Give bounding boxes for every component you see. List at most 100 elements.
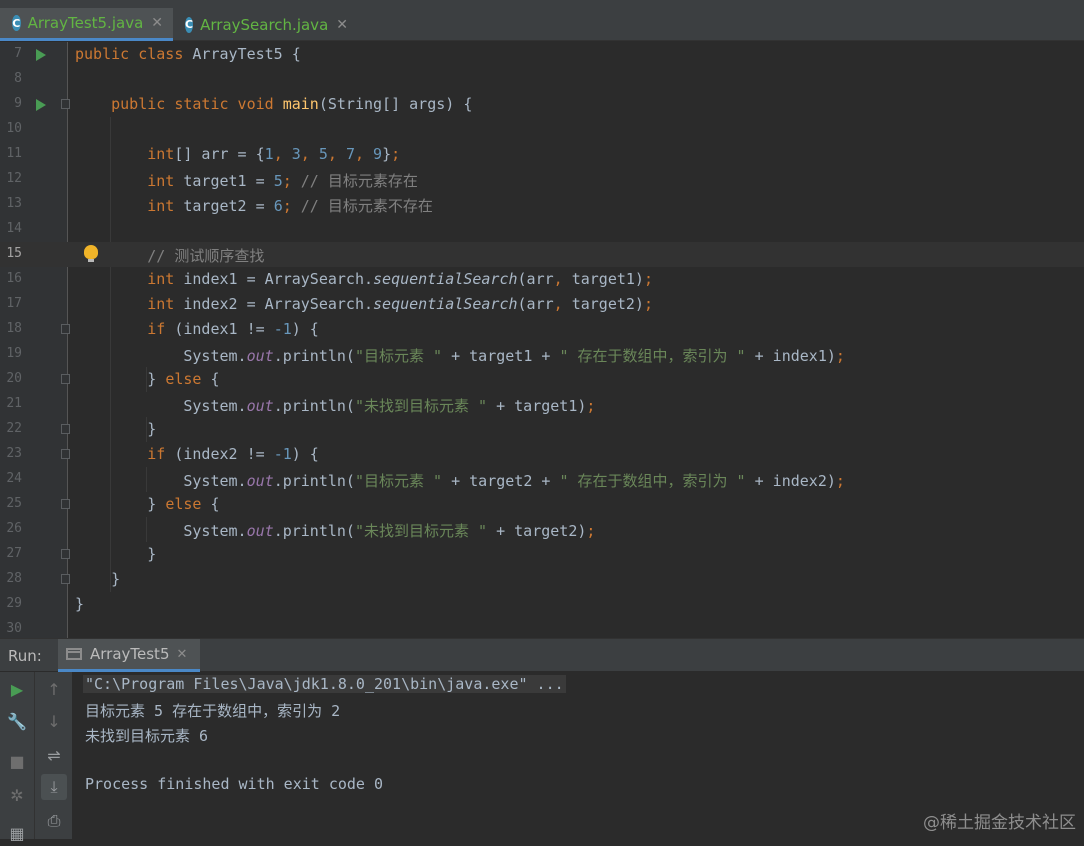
wrench-icon[interactable]: 🔧: [4, 708, 30, 734]
fold-icon[interactable]: [61, 549, 70, 559]
code-comment: // 目标元素存在: [291, 172, 418, 190]
code-token: 1: [264, 145, 274, 163]
run-icon[interactable]: ▶: [4, 676, 30, 702]
fold-icon[interactable]: [61, 424, 70, 434]
up-arrow-icon[interactable]: ↑: [41, 676, 67, 702]
code-line: 14: [0, 217, 1084, 242]
debug-icon[interactable]: ✲: [4, 782, 30, 808]
code-token: + target1 +: [442, 347, 560, 365]
line-number: 19: [6, 346, 22, 361]
line-number: 23: [6, 446, 22, 461]
code-token: + target2 +: [442, 472, 560, 490]
scroll-to-end-icon[interactable]: ⤓: [41, 774, 67, 800]
line-number: 18: [6, 321, 22, 336]
line-number: 22: [6, 421, 22, 436]
run-gutter-icon[interactable]: [36, 49, 46, 61]
code-line: 9 public static void main(String[] args)…: [0, 92, 1084, 117]
code-line: 25 } else {: [0, 492, 1084, 517]
line-number: 29: [6, 596, 22, 611]
line-number: 16: [6, 271, 22, 286]
code-token: if: [147, 320, 166, 338]
code-string: "目标元素 ": [354, 347, 443, 365]
fold-icon[interactable]: [61, 499, 70, 509]
code-token: (arr: [517, 270, 554, 288]
watermark: @稀土掘金技术社区: [923, 813, 1076, 833]
code-token: -1: [273, 320, 292, 338]
code-token: int: [147, 270, 175, 288]
line-number: 15: [6, 246, 22, 261]
fold-icon[interactable]: [61, 449, 70, 459]
code-token: main: [282, 95, 319, 113]
line-number: 26: [6, 521, 22, 536]
code-token: }: [111, 570, 121, 588]
editor-tab-bar: C ArrayTest5.java ✕ C ArraySearch.java ✕: [0, 0, 1084, 41]
code-line: 30: [0, 617, 1084, 638]
code-token: out: [246, 472, 274, 490]
code-token: out: [246, 347, 274, 365]
fold-icon[interactable]: [61, 324, 70, 334]
code-token: if: [147, 445, 166, 463]
code-token: }: [147, 495, 166, 513]
code-token: out: [246, 397, 274, 415]
code-token: System.: [183, 472, 247, 490]
stop-icon[interactable]: ■: [4, 748, 30, 774]
code-token: else: [165, 370, 202, 388]
code-string: " 存在于数组中，索引为 ": [559, 472, 746, 490]
code-line: 29 }: [0, 592, 1084, 617]
code-token: 3: [291, 145, 301, 163]
code-line: 20 } else {: [0, 367, 1084, 392]
line-number: 14: [6, 221, 22, 236]
line-number: 12: [6, 171, 22, 186]
code-line: 10: [0, 117, 1084, 142]
line-number: 27: [6, 546, 22, 561]
code-token: [] arr = {: [174, 145, 265, 163]
java-class-icon: C: [185, 16, 194, 33]
run-label: Run:: [8, 647, 42, 665]
close-icon[interactable]: ✕: [336, 17, 348, 33]
run-tab-arraytest5[interactable]: ArrayTest5 ✕: [58, 639, 200, 672]
code-line: 26 System.out.println("未找到目标元素 " + targe…: [0, 517, 1084, 542]
soft-wrap-icon[interactable]: ⇌: [41, 742, 67, 768]
code-token: index1 = ArraySearch.: [174, 270, 374, 288]
code-token: {: [201, 370, 220, 388]
code-token: (index2 !=: [165, 445, 274, 463]
line-number: 20: [6, 371, 22, 386]
code-token: System.: [183, 522, 247, 540]
line-number: 9: [14, 96, 22, 111]
code-token: target1 =: [174, 172, 274, 190]
code-editor[interactable]: 7 public class ArrayTest5 { 8 9 public s…: [0, 42, 1084, 638]
code-token: public static void: [111, 95, 283, 113]
line-number: 13: [6, 196, 22, 211]
code-token: .println(: [273, 347, 355, 365]
code-token: System.: [183, 347, 247, 365]
close-icon[interactable]: ✕: [151, 15, 163, 31]
code-token: ) {: [291, 320, 319, 338]
code-token: out: [246, 522, 274, 540]
code-line: 19 System.out.println("目标元素 " + target1 …: [0, 342, 1084, 367]
code-token: int: [147, 197, 175, 215]
code-token: }: [147, 420, 157, 438]
code-token: ArrayTest5 {: [192, 45, 301, 63]
line-number: 7: [14, 46, 22, 61]
tab-arraytest5[interactable]: C ArrayTest5.java ✕: [0, 8, 173, 41]
tab-arraysearch[interactable]: C ArraySearch.java ✕: [173, 8, 358, 41]
code-line: 13 int target2 = 6; // 目标元素不存在: [0, 192, 1084, 217]
code-token: {: [201, 495, 220, 513]
print-icon[interactable]: ⎙: [41, 808, 67, 834]
code-token: + index2): [745, 472, 836, 490]
down-arrow-icon[interactable]: ↓: [41, 708, 67, 734]
console-line: 未找到目标元素 6: [85, 727, 209, 745]
fold-icon[interactable]: [61, 374, 70, 384]
code-line: 16 int index1 = ArraySearch.sequentialSe…: [0, 267, 1084, 292]
code-token: }: [147, 545, 157, 563]
code-string: "未找到目标元素 ": [354, 397, 488, 415]
line-number: 24: [6, 471, 22, 486]
fold-icon[interactable]: [61, 574, 70, 584]
run-toolbar-left: ▶ 🔧 ■ ✲ ▦: [0, 672, 34, 843]
run-gutter-icon[interactable]: [36, 99, 46, 111]
code-token: ) {: [291, 445, 319, 463]
layout-icon[interactable]: ▦: [4, 820, 30, 846]
fold-icon[interactable]: [61, 99, 70, 109]
close-icon[interactable]: ✕: [176, 647, 187, 662]
code-line: 18 if (index1 != -1) {: [0, 317, 1084, 342]
